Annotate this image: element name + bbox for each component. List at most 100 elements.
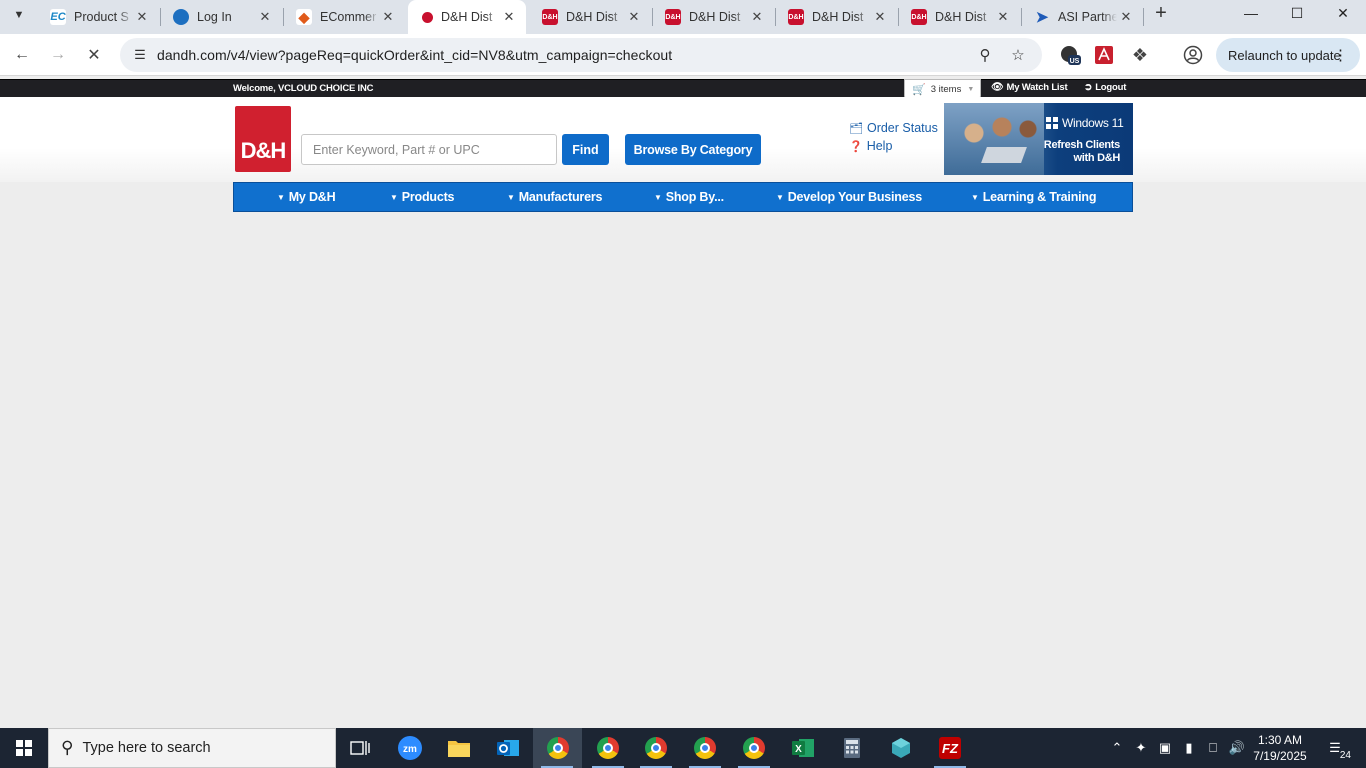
tab-search-chevron-icon[interactable]: ▼ — [6, 2, 32, 28]
close-icon[interactable]: ✕ — [748, 8, 766, 26]
new-tab-plus-icon[interactable]: + — [1150, 2, 1172, 24]
nav-learning-training[interactable]: ▼ Learning & Training — [971, 183, 1096, 211]
tab-dh-2[interactable]: D&H D&H Dist ✕ — [528, 0, 651, 34]
nav-shop-by[interactable]: ▼ Shop By... — [654, 183, 724, 211]
logo-text: D&H — [240, 138, 287, 163]
file-explorer-app[interactable] — [435, 728, 483, 768]
back-arrow-icon[interactable]: ← — [8, 41, 36, 69]
show-hidden-icons-chevron-icon[interactable]: ⌃ — [1106, 728, 1128, 768]
taskbar-search-box[interactable]: ⚲ Type here to search — [48, 728, 336, 768]
tab-dh-4[interactable]: D&H D&H Dist ✕ — [774, 0, 897, 34]
chrome-app-3[interactable] — [632, 728, 680, 768]
address-bar[interactable]: ☰ dandh.com/v4/view?pageReq=quickOrder&i… — [120, 38, 1042, 72]
chrome-icon — [546, 737, 569, 759]
cart-dropdown[interactable]: 🛒 3 items ▼ — [904, 79, 981, 99]
search-icon: ⚲ — [61, 738, 74, 757]
url-text[interactable]: dandh.com/v4/view?pageReq=quickOrder&int… — [157, 47, 672, 63]
tab-dh-5[interactable]: D&H D&H Dist ✕ — [897, 0, 1020, 34]
tray-app-icon[interactable]: ✦ — [1130, 728, 1152, 768]
minimize-icon[interactable]: — — [1228, 0, 1274, 26]
more-menu-icon[interactable]: ⋮ — [1333, 46, 1348, 64]
system-clock[interactable]: 1:30 AM 7/19/2025 — [1250, 732, 1310, 764]
nav-manufacturers[interactable]: ▼ Manufacturers — [507, 183, 602, 211]
cube-app[interactable] — [877, 728, 925, 768]
find-button[interactable]: Find — [562, 134, 609, 165]
outlook-app[interactable] — [484, 728, 532, 768]
close-icon[interactable]: ✕ — [871, 8, 889, 26]
zoom-magnifier-icon[interactable]: ⚲ — [974, 44, 996, 66]
svg-text:FZ: FZ — [942, 741, 959, 756]
caret-down-icon: ▼ — [507, 192, 515, 202]
site-info-tune-icon[interactable]: ☰ — [128, 43, 152, 67]
calculator-app[interactable] — [828, 728, 876, 768]
clock-time: 1:30 AM — [1257, 733, 1303, 747]
start-button[interactable] — [0, 728, 48, 768]
chrome-app-5[interactable] — [730, 728, 778, 768]
browser-toolbar: ← → ✕ ☰ dandh.com/v4/view?pageReq=quickO… — [0, 34, 1366, 76]
vpn-globe-extension-icon[interactable]: US — [1058, 43, 1082, 67]
forward-arrow-icon[interactable]: → — [44, 41, 72, 69]
stop-loading-icon[interactable]: ✕ — [80, 41, 108, 69]
close-icon[interactable]: ✕ — [500, 8, 518, 26]
network-icon[interactable]: ⎕ — [1202, 728, 1224, 768]
nav-label: Products — [401, 190, 455, 204]
close-icon[interactable]: ✕ — [133, 8, 151, 26]
notification-center-button[interactable]: ☰ 24 — [1322, 736, 1352, 761]
dh-favicon-icon: D&H — [542, 9, 558, 25]
logout-link[interactable]: ➲ Logout — [1084, 82, 1126, 93]
windows-11-promo-banner[interactable]: Windows 11 Refresh Clients with D&H — [944, 103, 1133, 175]
help-link[interactable]: ❓ Help — [849, 139, 892, 153]
tab-ecommerce[interactable]: ◆ ECommer ✕ — [282, 0, 405, 34]
filezilla-app[interactable]: FZ — [926, 728, 974, 768]
bookmark-star-icon[interactable]: ☆ — [1007, 44, 1029, 66]
close-icon[interactable]: ✕ — [379, 8, 397, 26]
pdf-extension-icon[interactable] — [1092, 43, 1116, 67]
nav-develop-your-business[interactable]: ▼ Develop Your Business — [776, 183, 922, 211]
account-strip: Welcome, VCLOUD CHOICE INC 🛒 3 items ▼ 👁… — [0, 79, 1366, 99]
chrome-icon — [743, 737, 765, 759]
close-icon[interactable]: ✕ — [994, 8, 1012, 26]
order-status-link[interactable]: 🗂 Order Status — [849, 121, 938, 135]
window-close-icon[interactable]: ✕ — [1320, 0, 1366, 26]
dh-logo[interactable]: D&H — [235, 106, 291, 172]
tab-log-in[interactable]: Log In ✕ — [159, 0, 282, 34]
close-icon[interactable]: ✕ — [625, 8, 643, 26]
tab-dh-active[interactable]: D&H Dist ✕ — [408, 0, 526, 34]
chrome-app-2[interactable] — [584, 728, 632, 768]
profile-avatar-icon[interactable] — [1181, 43, 1205, 67]
welcome-message: Welcome, VCLOUD CHOICE INC — [233, 83, 374, 94]
zoom-icon: zm — [398, 736, 422, 760]
eye-icon: 👁 — [991, 82, 1004, 93]
tab-title: D&H Dist — [566, 10, 618, 24]
tab-product[interactable]: EC Product S ✕ — [36, 0, 159, 34]
tray-display-icon[interactable]: ▣ — [1154, 728, 1176, 768]
dh-favicon-icon: D&H — [665, 9, 681, 25]
caret-down-icon: ▼ — [390, 192, 398, 202]
tab-dh-3[interactable]: D&H D&H Dist ✕ — [651, 0, 774, 34]
tab-asi-partner[interactable]: ➤ ASI Partne ✕ — [1020, 0, 1143, 34]
watch-list-link[interactable]: 👁 My Watch List — [991, 82, 1068, 93]
filezilla-icon: FZ — [939, 737, 961, 759]
volume-icon[interactable]: 🔊 — [1226, 728, 1248, 768]
battery-icon[interactable]: ▮ — [1178, 728, 1200, 768]
extensions-puzzle-icon[interactable]: ❖ — [1128, 43, 1152, 67]
order-status-label: Order Status — [866, 121, 938, 135]
chrome-app-4[interactable] — [681, 728, 729, 768]
chrome-app-active[interactable] — [533, 728, 582, 768]
maximize-icon[interactable]: ☐ — [1274, 0, 1320, 26]
caret-down-icon: ▼ — [776, 192, 784, 202]
task-view-button[interactable] — [336, 728, 384, 768]
logout-label: Logout — [1095, 82, 1127, 93]
search-input[interactable] — [301, 134, 557, 165]
relaunch-to-update-button[interactable]: Relaunch to update ⋮ — [1216, 38, 1360, 72]
excel-app[interactable]: X — [779, 728, 827, 768]
close-icon[interactable]: ✕ — [256, 8, 274, 26]
zoom-app[interactable]: zm — [386, 728, 434, 768]
nav-my-dh[interactable]: ▼ My D&H — [277, 183, 336, 211]
nav-products[interactable]: ▼ Products — [390, 183, 454, 211]
close-icon[interactable]: ✕ — [1117, 8, 1135, 26]
dh-favicon-icon: D&H — [911, 9, 927, 25]
chevron-down-icon: ▼ — [967, 85, 975, 93]
browse-by-category-button[interactable]: Browse By Category — [625, 134, 761, 165]
dh-favicon-icon — [422, 11, 433, 23]
